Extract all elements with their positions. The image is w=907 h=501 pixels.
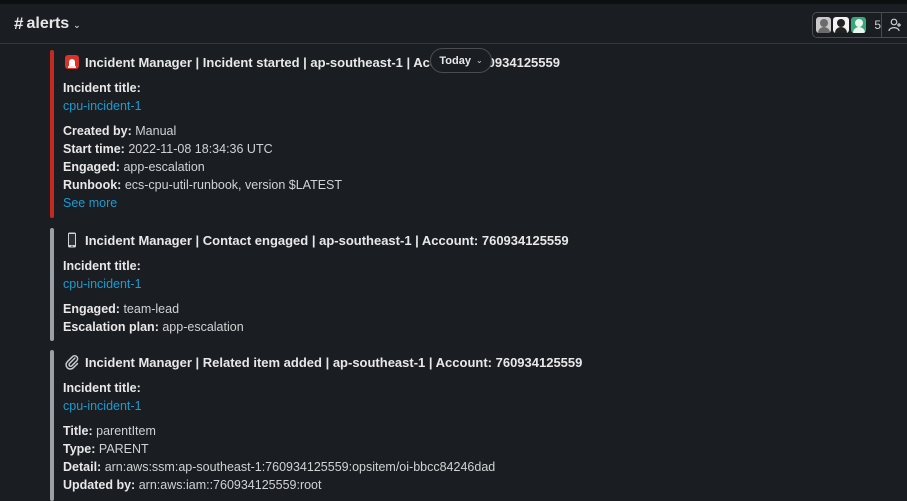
field-label: Engaged: [63,302,120,316]
field-value: ecs-cpu-util-runbook, version $LATEST [124,178,343,192]
field-row: Start time: 2022-11-08 18:34:36 UTC [63,140,893,158]
attachment-body: Incident Manager | Related item added | … [63,350,893,494]
chevron-down-icon: ⌄ [475,56,483,65]
field-value: arn:aws:iam::760934125559:root [138,478,322,492]
channel-hash-icon: # [14,14,24,33]
field-value: team-lead [123,302,180,316]
chevron-down-icon: ⌄ [73,19,81,30]
field-label: Engaged: [63,160,120,174]
field-row: Created by: Manual [63,122,893,140]
field-row: Detail: arn:aws:ssm:ap-southeast-1:76093… [63,458,893,476]
field-value: Manual [135,124,177,138]
add-person-icon [887,18,901,32]
field-value: parentItem [96,424,156,438]
attachment-color-bar [50,50,54,218]
field-row: Engaged: app-escalation [63,158,893,176]
attachment-body: Incident Manager | Contact engaged | ap-… [63,228,893,336]
message-title-text: Incident Manager | Related item added | … [85,354,583,370]
today-label: Today [439,54,471,67]
date-divider-today-button[interactable]: Today ⌄ [430,48,492,73]
incident-title-link[interactable]: cpu-incident-1 [63,97,893,115]
field-row: Type: PARENT [63,440,893,458]
incident-title-label: Incident title: [63,259,141,273]
incident-title-label: Incident title: [63,81,141,95]
members-button[interactable]: 5 [812,12,882,38]
attachment-color-bar [50,228,54,341]
see-more-link[interactable]: See more [63,194,893,212]
field-label: Updated by: [63,478,136,492]
field-row: Title: parentItem [63,422,893,440]
siren-icon [63,53,81,71]
message-title: Incident Manager | Contact engaged | ap-… [63,230,893,250]
attachment-color-bar [50,350,54,501]
field-value: 2022-11-08 18:34:36 UTC [128,142,273,156]
field-label: Detail: [63,460,102,474]
channel-name: alerts [26,15,70,32]
field-row: Updated by: arn:aws:iam::760934125559:ro… [63,476,893,494]
field-label: Escalation plan: [63,320,159,334]
avatar [833,17,849,33]
field-label: Type: [63,442,96,456]
field-value: PARENT [98,442,149,456]
field-row: Engaged: team-lead [63,300,893,318]
attachment-body: Incident Manager | Incident started | ap… [63,50,893,212]
avatar [850,17,867,33]
incident-title-link[interactable]: cpu-incident-1 [63,397,893,415]
field-label: Title: [63,424,93,438]
member-count: 5 [874,18,881,32]
incident-title-label: Incident title: [63,381,141,395]
field-value: app-escalation [162,320,244,334]
field-value: app-escalation [123,160,205,174]
incident-title-link[interactable]: cpu-incident-1 [63,275,893,293]
message-title-text: Incident Manager | Contact engaged | ap-… [85,232,569,248]
channel-header: # alerts ⌄ 5 [0,4,907,44]
add-people-button[interactable] [882,12,907,38]
field-row: Escalation plan: app-escalation [63,318,893,336]
mobile-phone-icon [63,231,81,249]
field-value: arn:aws:ssm:ap-southeast-1:760934125559:… [104,460,496,474]
field-label: Start time: [63,142,125,156]
message-title: Incident Manager | Related item added | … [63,352,893,372]
field-row: Runbook: ecs-cpu-util-runbook, version $… [63,176,893,194]
avatar [816,17,832,33]
field-label: Runbook: [63,178,122,192]
channel-name-button[interactable]: # alerts ⌄ [14,14,81,34]
paperclip-icon [63,353,81,371]
field-label: Created by: [63,124,132,138]
